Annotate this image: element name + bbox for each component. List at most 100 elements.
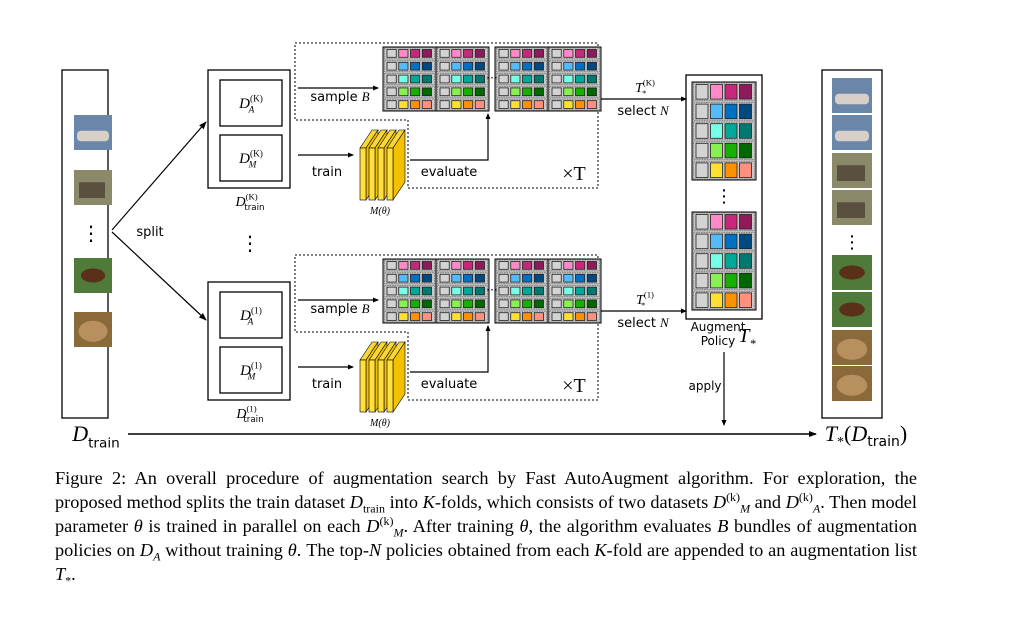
op-cell <box>563 261 574 270</box>
op-cell <box>522 49 533 58</box>
caption-segment: is trained in parallel on each <box>142 516 367 536</box>
op-cell <box>474 299 485 309</box>
op-cell <box>510 100 521 109</box>
op-cell <box>739 233 752 250</box>
op-cell <box>386 273 397 283</box>
op-cell <box>451 100 462 109</box>
policy-panel <box>494 46 549 112</box>
figure-caption: Figure 2: An overall procedure of augmen… <box>55 466 917 587</box>
horse-body <box>839 302 865 317</box>
op-cell <box>474 87 485 97</box>
math-sup: (1) <box>251 360 262 371</box>
op-cell <box>695 233 709 250</box>
op-cell <box>710 214 723 230</box>
op-cell <box>398 312 409 321</box>
op-cell <box>510 286 521 296</box>
op-cell <box>695 214 709 230</box>
op-cell <box>739 142 752 159</box>
horse-body <box>839 265 865 280</box>
op-cell <box>474 100 485 109</box>
op-cell <box>551 312 562 321</box>
op-cell <box>575 49 586 58</box>
op-cell <box>398 299 409 309</box>
select-word: select <box>617 316 656 331</box>
op-cell <box>410 273 421 283</box>
op-cell <box>710 162 723 178</box>
op-cell <box>695 84 709 100</box>
op-cell <box>451 312 462 321</box>
train-label: train <box>312 165 342 180</box>
op-cell <box>563 74 574 84</box>
caption-segment: D <box>139 540 154 560</box>
caption-segment: . After training <box>403 516 520 536</box>
op-cell <box>398 87 409 97</box>
op-cell <box>586 61 597 71</box>
op-cell <box>522 299 533 309</box>
math-sub: A <box>248 106 255 116</box>
op-cell <box>386 49 397 58</box>
op-cell <box>739 292 752 308</box>
op-cell <box>439 299 450 309</box>
op-cell <box>410 261 421 270</box>
op-cell <box>451 261 462 270</box>
op-cell <box>563 286 574 296</box>
op-cell <box>586 100 597 109</box>
op-cell <box>498 299 509 309</box>
math-sup: (K) <box>246 192 258 202</box>
op-cell <box>522 261 533 270</box>
sample-word: sample <box>310 90 357 105</box>
math-sub: A <box>247 318 254 328</box>
op-cell <box>710 292 723 308</box>
math-sup: (1) <box>251 305 262 316</box>
op-cell <box>533 299 544 309</box>
math-sup: (K) <box>643 78 655 88</box>
da-label: D(K) A <box>238 93 263 115</box>
op-cell <box>724 103 738 120</box>
op-cell <box>710 142 723 159</box>
policy-label: Policy <box>701 334 736 348</box>
op-cell <box>586 261 597 270</box>
sample-word: sample <box>310 302 357 317</box>
op-cell <box>563 312 574 321</box>
op-cell <box>533 61 544 71</box>
op-cell <box>451 87 462 97</box>
op-cell <box>474 61 485 71</box>
op-cell <box>724 162 738 178</box>
op-cell <box>522 87 533 97</box>
horizontal-ellipsis: ··· <box>486 283 497 297</box>
op-cell <box>421 273 432 283</box>
op-cell <box>695 162 709 178</box>
op-cell <box>575 286 586 296</box>
caption-segment: D <box>349 492 363 512</box>
math-sup: (1) <box>644 290 654 300</box>
math-sub: train <box>244 203 264 213</box>
op-cell <box>510 261 521 270</box>
selected-policies-label: T(1) * <box>636 290 654 311</box>
math-sub: train <box>243 415 263 425</box>
policy-panel <box>547 46 602 112</box>
op-cell <box>695 103 709 120</box>
op-cell <box>533 273 544 283</box>
op-cell <box>695 142 709 159</box>
op-cell <box>710 84 723 100</box>
vertical-ellipsis: ⋮ <box>81 221 101 245</box>
sample-label: sample B <box>310 89 369 105</box>
caption-segment: (k) <box>798 489 813 504</box>
op-cell <box>398 100 409 109</box>
op-cell <box>410 100 421 109</box>
model-layer-front <box>368 359 376 413</box>
op-cell <box>398 49 409 58</box>
op-cell <box>498 273 509 283</box>
dm-label: D(K) M <box>238 148 263 170</box>
op-cell <box>724 123 738 139</box>
op-cell <box>451 61 462 71</box>
op-cell <box>510 49 521 58</box>
op-cell <box>724 233 738 250</box>
car-body <box>77 130 109 142</box>
op-cell <box>586 49 597 58</box>
op-cell <box>386 312 397 321</box>
op-cell <box>522 100 533 109</box>
op-cell <box>533 261 544 270</box>
op-cell <box>439 261 450 270</box>
op-cell <box>710 123 723 139</box>
